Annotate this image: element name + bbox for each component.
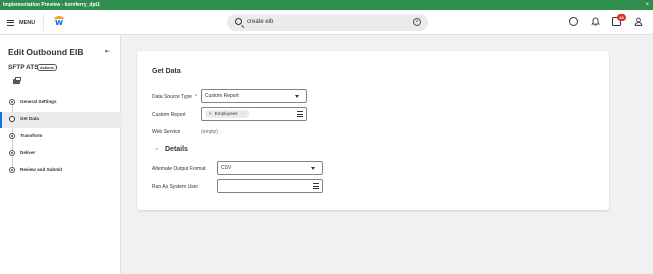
custom-report-pill[interactable]: × Employees ··· — [205, 110, 250, 118]
more-icon[interactable]: ··· — [240, 111, 245, 116]
chevron-down-icon — [311, 167, 315, 170]
print-icon[interactable] — [13, 77, 21, 84]
menu-button[interactable]: MENU — [7, 16, 35, 29]
step-current-icon — [9, 116, 15, 122]
menu-label: MENU — [19, 19, 36, 26]
details-toggle-icon[interactable]: › — [153, 148, 159, 150]
search-icon — [235, 18, 242, 25]
web-service-label: Web Service — [152, 129, 181, 135]
alt-output-format-select[interactable]: CSV — [217, 161, 323, 175]
step-label: Deliver — [20, 150, 36, 155]
step-complete-icon — [9, 167, 15, 173]
eib-name: SFTP ATS — [8, 64, 39, 71]
search-value: create eib — [247, 19, 274, 25]
remove-pill-icon[interactable]: × — [209, 111, 212, 116]
pill-label: Employees — [214, 111, 238, 116]
data-source-type-label-text: Data Source Type — [152, 94, 192, 100]
menu-icon — [7, 19, 14, 26]
inbox-badge: 40 — [617, 14, 626, 21]
data-source-type-select[interactable]: Custom Report — [201, 89, 307, 103]
step-complete-icon — [9, 133, 15, 139]
web-service-value: (empty) — [201, 129, 218, 135]
collapse-sidebar-icon[interactable]: ⇤ — [105, 48, 110, 55]
section-title: Get Data — [152, 68, 181, 75]
chat-icon[interactable] — [569, 17, 578, 26]
details-title[interactable]: Details — [165, 146, 188, 153]
data-source-type-label: Data Source Type * — [152, 94, 197, 100]
step-label: Review and Submit — [20, 167, 63, 172]
run-as-system-user-prompt[interactable] — [217, 179, 323, 193]
get-data-card: Get Data Data Source Type * Custom Report… — [137, 51, 609, 210]
search-input[interactable]: create eib × — [227, 14, 428, 31]
user-icon[interactable] — [634, 17, 643, 26]
logo-letter: w — [54, 18, 64, 28]
custom-report-label: Custom Report — [152, 112, 186, 118]
actions-button[interactable]: Actions — [37, 64, 57, 71]
required-marker: * — [194, 94, 197, 100]
step-label: Transform — [20, 133, 43, 138]
step-complete-icon — [9, 99, 15, 105]
preview-banner: Implementation Preview - kornferry_dpt1 … — [0, 0, 653, 10]
chevron-down-icon — [295, 95, 299, 98]
step-transform[interactable]: Transform — [0, 129, 121, 145]
step-label: General Settings — [20, 99, 57, 104]
workday-logo[interactable]: w — [53, 16, 65, 28]
step-review-and-submit[interactable]: Review and Submit — [0, 163, 121, 179]
step-complete-icon — [9, 150, 15, 156]
step-label: Get Data — [20, 116, 39, 121]
sidebar: Edit Outbound EIB ⇤ SFTP ATS Actions Gen… — [0, 35, 121, 274]
step-deliver[interactable]: Deliver — [0, 146, 121, 162]
page-title: Edit Outbound EIB — [8, 47, 84, 57]
data-source-type-value: Custom Report — [205, 93, 239, 99]
alt-output-format-label: Alternate Output Format — [152, 166, 206, 172]
run-as-system-user-label: Run As System User — [152, 184, 199, 190]
prompt-list-icon[interactable] — [313, 183, 319, 189]
close-banner-icon[interactable]: × — [645, 0, 649, 10]
alt-output-format-value: CSV — [221, 165, 232, 171]
header-divider — [43, 14, 44, 31]
step-general-settings[interactable]: General Settings — [0, 95, 121, 111]
custom-report-prompt[interactable]: × Employees ··· — [201, 107, 307, 121]
prompt-list-icon[interactable] — [297, 111, 303, 117]
clear-search-icon[interactable]: × — [413, 18, 421, 26]
bell-icon[interactable] — [591, 17, 600, 26]
step-get-data[interactable]: Get Data — [0, 112, 121, 128]
banner-title: Implementation Preview - kornferry_dpt1 — [3, 2, 100, 8]
